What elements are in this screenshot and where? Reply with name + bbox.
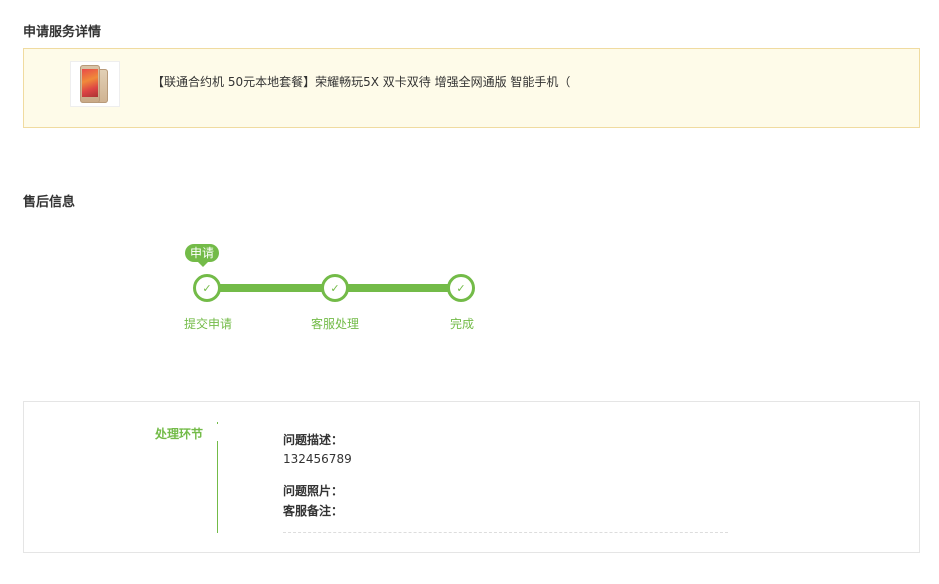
step-3-checkmark-icon: ✓	[447, 274, 475, 302]
step-label-submit: 提交申请	[184, 317, 233, 331]
aftersale-info-title: 售后信息	[23, 195, 76, 210]
step-1-checkmark-icon: ✓	[193, 274, 221, 302]
processing-box: 处理环节 问题描述： 132456789 问题照片： 客服备注：	[23, 401, 920, 553]
dashed-divider	[283, 532, 728, 533]
timeline-dot	[217, 422, 218, 424]
processing-stage-label: 处理环节	[155, 427, 204, 441]
service-details-title: 申请服务详情	[23, 25, 102, 40]
phone-image	[78, 63, 112, 105]
product-info-box: 【联通合约机 50元本地套餐】荣耀畅玩5X 双卡双待 增强全网通版 智能手机（落	[23, 48, 920, 128]
current-step-bubble: 申请	[185, 244, 219, 267]
step-label-complete: 完成	[450, 317, 475, 331]
remark-label: 客服备注：	[283, 504, 344, 518]
description-label: 问题描述：	[283, 433, 344, 447]
timeline-line	[217, 441, 218, 533]
step-2-checkmark-icon: ✓	[321, 274, 349, 302]
photo-label: 问题照片：	[283, 484, 344, 498]
description-value: 132456789	[283, 452, 352, 466]
step-label-service: 客服处理	[311, 317, 360, 331]
product-name-link[interactable]: 【联通合约机 50元本地套餐】荣耀畅玩5X 双卡双待 增强全网通版 智能手机（落	[152, 73, 570, 90]
product-thumbnail[interactable]	[70, 61, 120, 107]
